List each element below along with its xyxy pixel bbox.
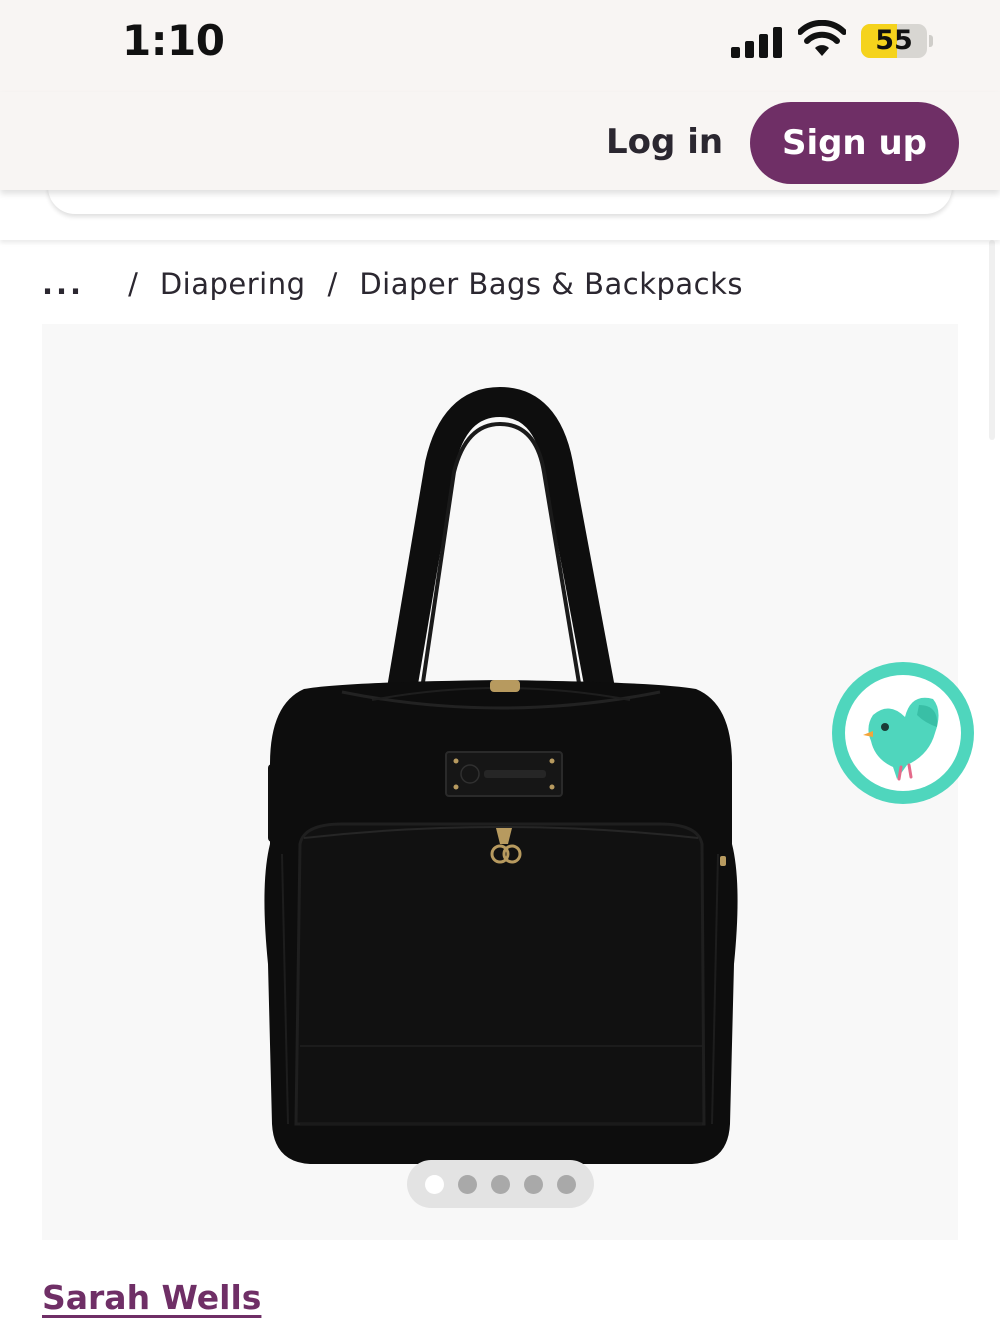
product-image-diaper-bag[interactable] — [42, 324, 958, 1240]
breadcrumb-item-diapering[interactable]: Diapering — [160, 267, 306, 301]
pager-dot[interactable] — [557, 1174, 576, 1194]
breadcrumb: ... / Diapering / Diaper Bags & Backpack… — [42, 264, 743, 304]
pager-dot[interactable] — [491, 1174, 510, 1194]
battery-icon: 55 — [861, 24, 935, 58]
breadcrumb-separator: / — [128, 267, 138, 301]
battery-percentage: 55 — [875, 25, 913, 56]
breadcrumb-separator: / — [327, 267, 338, 301]
login-link[interactable]: Log in — [606, 122, 723, 162]
bird-icon — [863, 697, 939, 781]
breadcrumb-ellipsis[interactable]: ... — [42, 267, 84, 301]
pager-dot[interactable] — [524, 1174, 543, 1194]
signup-button[interactable]: Sign up — [750, 102, 959, 184]
image-pager — [407, 1160, 594, 1208]
wifi-icon — [798, 20, 846, 56]
scrollbar[interactable] — [989, 240, 995, 440]
product-brand-link[interactable]: Sarah Wells — [42, 1278, 261, 1317]
chat-widget-button[interactable] — [832, 662, 974, 804]
pager-dot[interactable] — [458, 1174, 477, 1194]
signal-icon — [731, 26, 783, 58]
site-header: Log in Sign up — [0, 92, 1000, 190]
product-gallery[interactable] — [42, 324, 958, 1240]
pager-dot[interactable] — [425, 1174, 444, 1194]
status-bar: 1:10 55 — [0, 0, 1000, 92]
search-bar-container — [0, 160, 1000, 240]
status-time: 1:10 — [122, 16, 225, 65]
breadcrumb-item-diaper-bags[interactable]: Diaper Bags & Backpacks — [359, 267, 743, 301]
